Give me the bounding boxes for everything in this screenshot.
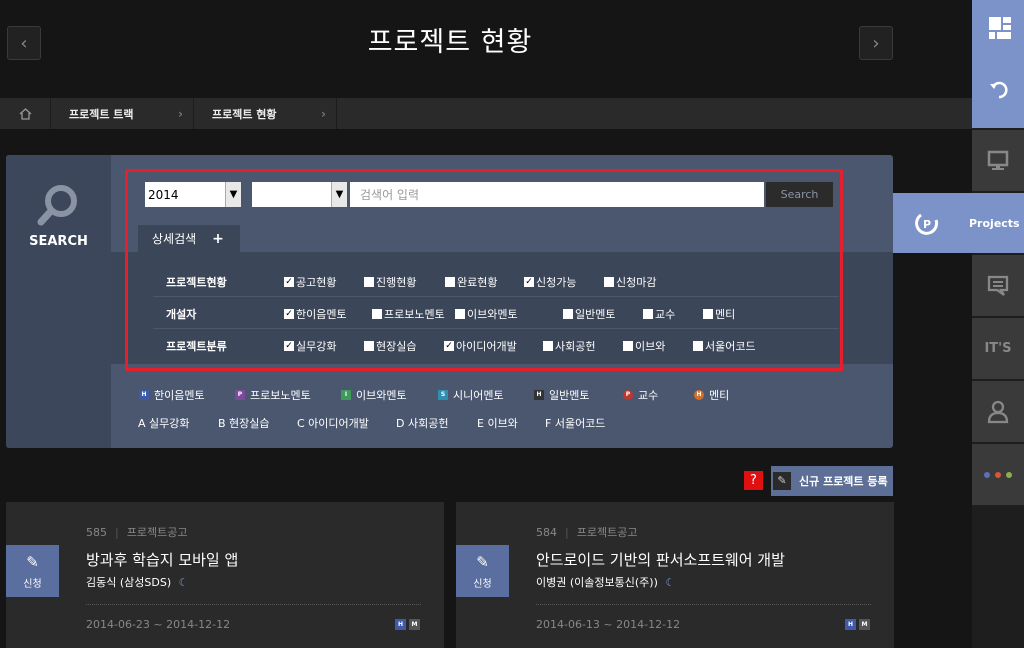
project-card[interactable]: 585 | 프로젝트공고 ✎ 신청 방과후 학습지 모바일 앱 김동식 (삼성SDS)…: [6, 502, 444, 648]
projects-label: Projects: [969, 216, 1020, 230]
dot-icon: [995, 471, 1001, 478]
legend-label: 멘티: [709, 389, 730, 402]
legend-item: H 멘티: [694, 387, 729, 403]
loading-icon: ☾: [665, 576, 676, 589]
sidebar-item-user[interactable]: [972, 381, 1024, 442]
legend-label: 프로보노멘토: [250, 389, 311, 402]
legend-item: S 시니어멘토: [438, 387, 504, 403]
search-label: SEARCH: [29, 234, 88, 249]
project-tags: HM: [845, 619, 870, 630]
project-period: 2014-06-13 ~ 2014-12-12: [536, 618, 681, 631]
search-side: SEARCH: [6, 155, 111, 448]
pencil-icon: ✎: [773, 472, 791, 490]
sidebar-item-projects[interactable]: P Projects: [893, 193, 1024, 253]
dashboard-icon[interactable]: [989, 17, 1011, 39]
chevron-right-icon: ›: [321, 106, 326, 121]
project-number: 584 | 프로젝트공고: [536, 526, 638, 539]
breadcrumb-item[interactable]: 프로젝트 트랙 ›: [51, 98, 194, 129]
category-legend: A 실무강화: [138, 417, 190, 430]
legend-label: 한이음멘토: [154, 389, 205, 402]
breadcrumb-label: 프로젝트 현황: [212, 107, 277, 121]
new-project-button[interactable]: ✎ 신규 프로젝트 등록: [771, 466, 893, 496]
badge-icon: I: [341, 390, 351, 400]
mentee-badge: M: [409, 619, 420, 630]
legend-item: P 프로보노멘토: [235, 387, 311, 403]
project-number: 585 | 프로젝트공고: [86, 526, 188, 539]
breadcrumb-item[interactable]: 프로젝트 현황 ›: [194, 98, 337, 129]
apply-label: 신청: [23, 578, 42, 590]
breadcrumb: 프로젝트 트랙 › 프로젝트 현황 ›: [0, 98, 972, 129]
mentor-badge: H: [395, 619, 406, 630]
chevron-right-icon: ›: [178, 106, 183, 121]
category-legend: F 서울어코드: [545, 417, 606, 430]
sidebar-top: [972, 0, 1024, 128]
badge-icon: S: [438, 390, 448, 400]
badge-icon: P: [623, 390, 633, 400]
legend-label: 이브와멘토: [356, 389, 407, 402]
divider: [86, 604, 421, 605]
monitor-icon: [987, 150, 1009, 170]
dot-icon: [1006, 471, 1012, 478]
project-tags: HM: [395, 619, 420, 630]
pencil-icon: ✎: [476, 552, 489, 571]
apply-label: 신청: [473, 578, 492, 590]
legend-item: H 일반멘토: [534, 387, 589, 403]
its-label: IT'S: [984, 341, 1012, 356]
mentor-badge: H: [845, 619, 856, 630]
project-title[interactable]: 안드로이드 기반의 판서소프트웨어 개발: [536, 549, 785, 570]
loading-icon: ☾: [178, 576, 189, 589]
highlight-box: [125, 169, 843, 371]
legend-label: 일반멘토: [549, 389, 590, 402]
badge-icon: H: [139, 390, 149, 400]
search-icon: [37, 185, 77, 226]
legend-item: I 이브와멘토: [341, 387, 407, 403]
project-title[interactable]: 방과후 학습지 모바일 앱: [86, 549, 238, 570]
project-author: 김동식 (삼성SDS) ☾: [86, 576, 189, 589]
project-period: 2014-06-23 ~ 2014-12-12: [86, 618, 231, 631]
sidebar-item-board[interactable]: [972, 255, 1024, 316]
refresh-icon[interactable]: [989, 80, 1009, 100]
legend-label: 교수: [638, 389, 659, 402]
divider: [536, 604, 871, 605]
breadcrumb-label: 프로젝트 트랙: [69, 107, 134, 121]
page-title: 프로젝트 현황: [367, 27, 533, 58]
chat-icon: [987, 275, 1009, 296]
sidebar-item-more[interactable]: [972, 444, 1024, 505]
legend-item: P 교수: [623, 387, 658, 403]
help-button[interactable]: ?: [744, 471, 763, 490]
projects-icon: P: [915, 213, 939, 235]
badge-icon: H: [694, 390, 704, 400]
category-legend: D 사회공헌: [396, 417, 449, 430]
dot-icon: [984, 471, 990, 478]
new-project-label: 신규 프로젝트 등록: [799, 475, 888, 488]
badge-icon: H: [534, 390, 544, 400]
badge-icon: P: [235, 390, 245, 400]
sidebar-item-its[interactable]: IT'S: [972, 318, 1024, 379]
project-card[interactable]: 584 | 프로젝트공고 ✎ 신청 안드로이드 기반의 판서소프트웨어 개발 이병권 …: [456, 502, 894, 648]
category-legend: C 아이디어개발: [297, 417, 369, 430]
svg-text:P: P: [923, 218, 931, 231]
user-icon: [987, 400, 1009, 423]
home-icon: [19, 107, 31, 120]
apply-button[interactable]: ✎ 신청: [6, 545, 59, 597]
category-legend: E 이브와: [477, 417, 518, 430]
legend-item: H 한이음멘토: [139, 387, 205, 403]
sidebar-item-monitor[interactable]: [972, 130, 1024, 191]
home-button[interactable]: [0, 98, 51, 129]
pencil-icon: ✎: [26, 552, 39, 571]
legend-label: 시니어멘토: [453, 389, 504, 402]
apply-button[interactable]: ✎ 신청: [456, 545, 509, 597]
project-author: 이병권 (이솔정보통신(주)) ☾: [536, 576, 676, 589]
category-legend: B 현장실습: [218, 417, 270, 430]
mentee-badge: M: [859, 619, 870, 630]
